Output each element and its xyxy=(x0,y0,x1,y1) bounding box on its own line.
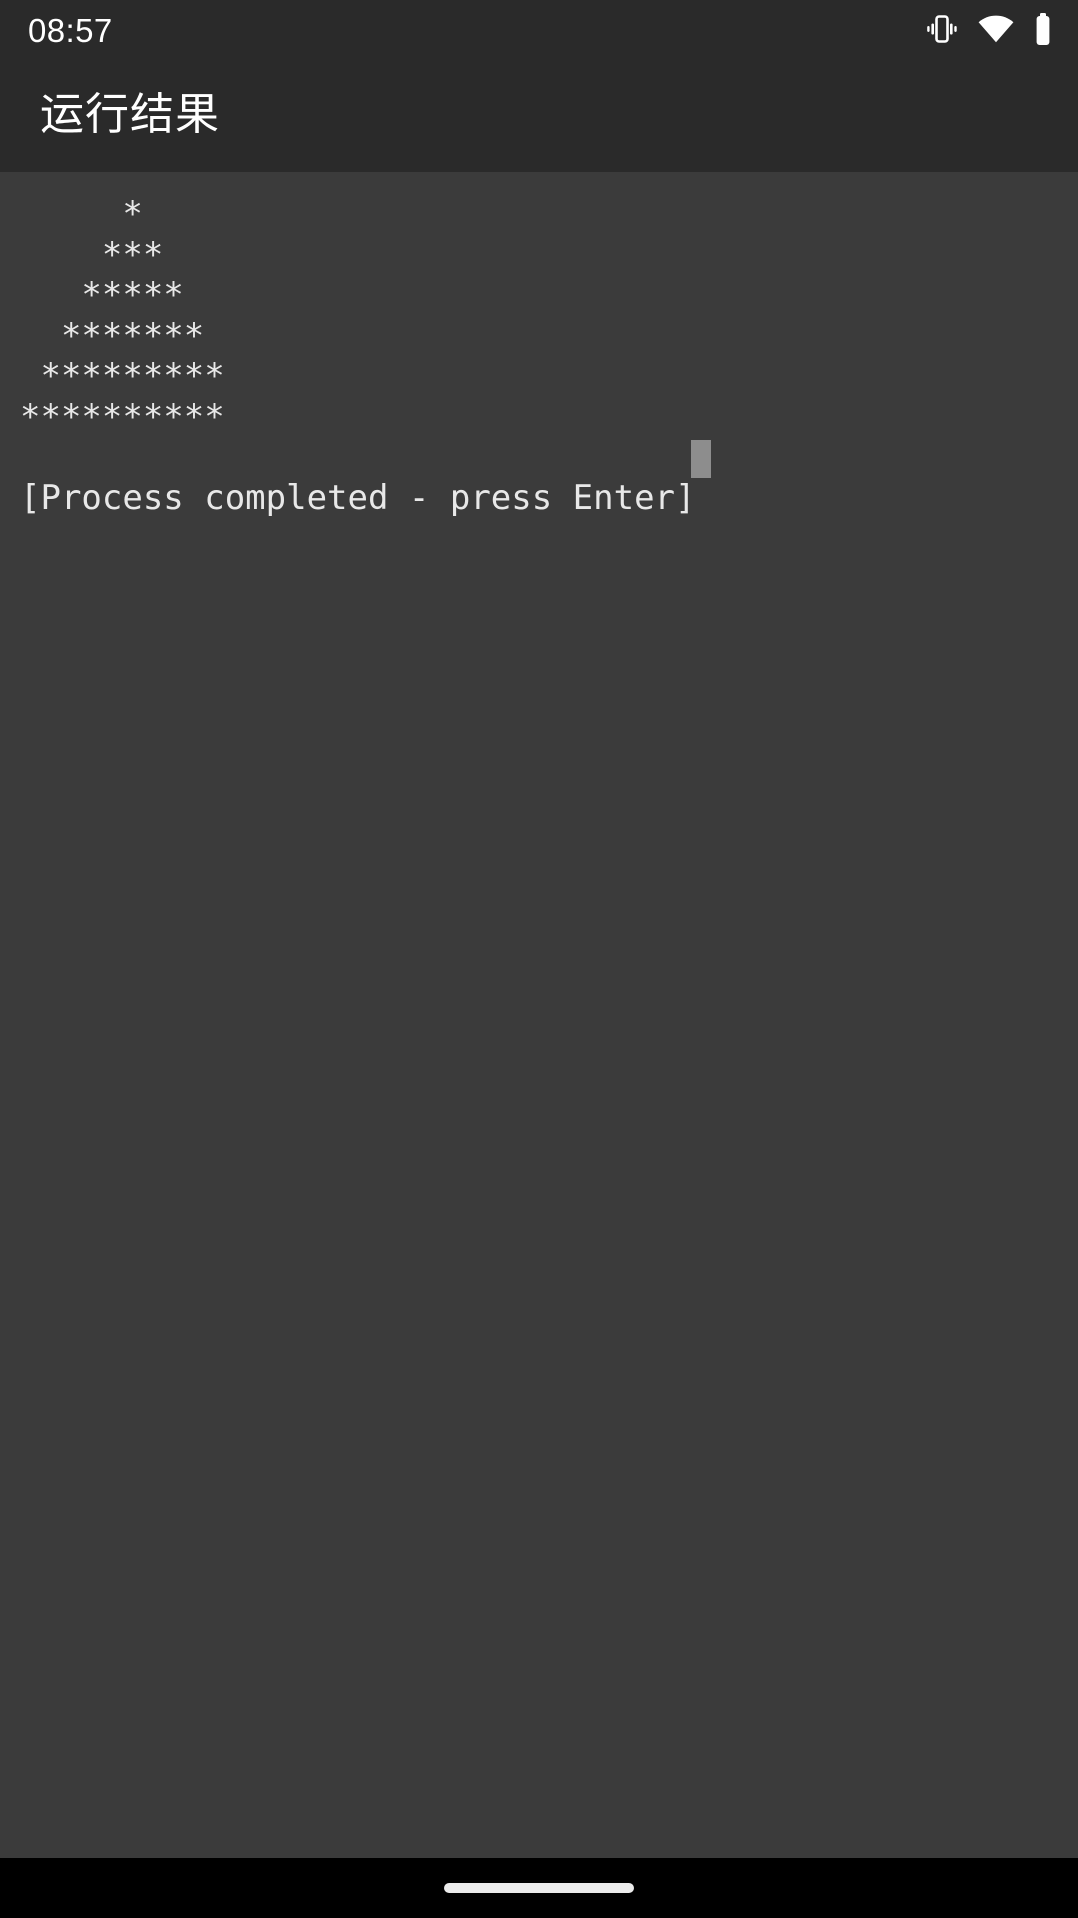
battery-icon xyxy=(1034,13,1052,45)
terminal-cursor xyxy=(691,440,711,478)
home-gesture-pill[interactable] xyxy=(444,1883,634,1893)
status-bar-icons xyxy=(926,13,1052,45)
app-bar: 运行结果 xyxy=(0,58,1078,172)
status-bar: 08:57 xyxy=(0,0,1078,58)
terminal-output-area[interactable]: * *** ***** ******* ********* **********… xyxy=(0,172,1078,1858)
navigation-bar xyxy=(0,1858,1078,1918)
status-bar-clock: 08:57 xyxy=(28,11,113,49)
wifi-icon xyxy=(978,15,1014,43)
phone-screen: 08:57 运行结果 * *** ***** ******* *********… xyxy=(0,0,1078,1918)
page-title: 运行结果 xyxy=(40,90,220,139)
vibrate-icon xyxy=(926,14,958,44)
terminal-text: * *** ***** ******* ********* **********… xyxy=(20,194,696,518)
